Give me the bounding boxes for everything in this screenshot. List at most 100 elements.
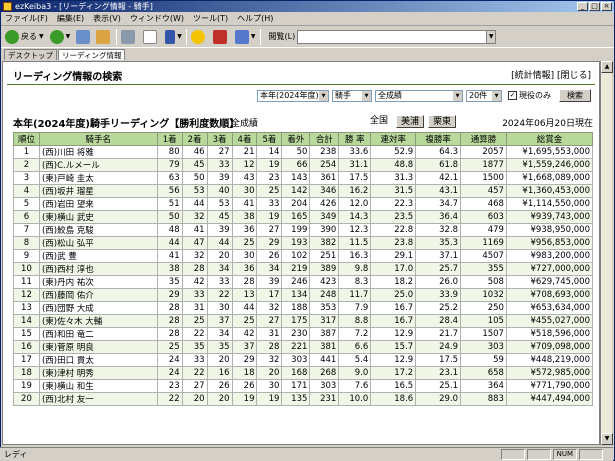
table-cell: 53 xyxy=(181,184,208,198)
minimize-button[interactable]: _ xyxy=(577,2,588,11)
document-icon[interactable] xyxy=(143,29,158,44)
font-icon[interactable] xyxy=(165,29,176,44)
jockey-name-cell[interactable]: (東)横山 和生 xyxy=(38,379,158,393)
jockey-name-cell[interactable]: (西)鮫島 克駿 xyxy=(38,223,158,237)
column-header[interactable]: 5着 xyxy=(256,132,283,146)
org-ritto-button[interactable]: 栗東 xyxy=(428,115,457,128)
table-row[interactable]: 1 (西)川田 将雅 80 46 27 21 14 50 238 33.6 52.9 64.3 2057… xyxy=(13,145,594,159)
jockey-name-cell[interactable]: (東)津村 明秀 xyxy=(38,366,158,380)
menu-tools[interactable]: ツール(T) xyxy=(193,13,228,24)
jockey-name-cell[interactable]: (西)武 豊 xyxy=(38,249,158,263)
column-header[interactable]: 通算勝 xyxy=(460,132,507,146)
address-dropdown-icon[interactable]: ▼ xyxy=(486,29,497,44)
column-header[interactable]: 複勝率 xyxy=(415,132,462,146)
top-links[interactable]: [統計情報] [閉じる] xyxy=(511,68,591,81)
jockey-name-cell[interactable]: (東)丹内 祐次 xyxy=(38,275,158,289)
table-cell: 8.3 xyxy=(338,275,372,289)
jockey-name-cell[interactable]: (西)岩田 望来 xyxy=(38,197,158,211)
menu-window[interactable]: ウィンドウ(W) xyxy=(130,13,184,24)
jockey-name-cell[interactable]: (西)田口 貫太 xyxy=(38,353,158,367)
network-icon[interactable] xyxy=(234,29,249,44)
year-select[interactable]: 本年(2024年度) ▼ xyxy=(257,89,329,102)
scope-select[interactable]: 全成績 ▼ xyxy=(375,89,463,102)
jockey-name-cell[interactable]: (西)藤岡 佑介 xyxy=(38,288,158,302)
scroll-down-icon[interactable]: ▼ xyxy=(601,433,613,445)
forward-button[interactable]: ▼ xyxy=(49,29,70,44)
column-header[interactable]: 4着 xyxy=(231,132,258,146)
address-input[interactable] xyxy=(297,29,488,44)
count-select[interactable]: 20件 ▼ xyxy=(466,89,502,102)
table-row[interactable]: 6 (東)横山 武史 50 32 45 38 19 165 349 14.3 23.5 36.4 603… xyxy=(13,210,594,224)
home-icon[interactable] xyxy=(96,29,111,44)
table-row[interactable]: 7 (西)鮫島 克駿 48 41 39 36 27 199 390 12.3 22.8 32.8 479… xyxy=(13,223,594,237)
table-row[interactable]: 5 (西)岩田 望来 51 44 53 41 33 204 426 12.0 22.3 34.7 468… xyxy=(13,197,594,211)
kind-select[interactable]: 騎手 ▼ xyxy=(332,89,372,102)
table-row[interactable]: 14 (東)佐々木 大輔 28 25 37 25 27 175 317 8.8 16.7 28.4 10… xyxy=(13,314,594,328)
tab-desktop[interactable]: デスクトップ xyxy=(4,49,57,60)
scroll-up-icon[interactable]: ▲ xyxy=(601,61,613,73)
table-row[interactable]: 9 (西)武 豊 41 32 20 30 26 102 251 16.3 29.1 37.1 4507 ¥… xyxy=(13,249,594,263)
jockey-name-cell[interactable]: (東)横山 武史 xyxy=(38,210,158,224)
table-row[interactable]: 4 (西)坂井 瑠星 56 53 40 30 25 142 346 16.2 31.5 43.1 457… xyxy=(13,184,594,198)
org-miho-button[interactable]: 美浦 xyxy=(396,115,425,128)
column-header[interactable]: 1着 xyxy=(156,132,183,146)
menu-edit[interactable]: 編集(E) xyxy=(57,13,84,24)
table-row[interactable]: 13 (西)団野 大成 28 31 30 44 32 188 353 7.9 16.7 25.2 250… xyxy=(13,301,594,315)
column-header[interactable]: 騎手名 xyxy=(38,132,158,146)
table-cell: 18 xyxy=(231,366,258,380)
jockey-name-cell[interactable]: (西)団野 大成 xyxy=(38,301,158,315)
refresh-icon[interactable] xyxy=(76,29,91,44)
jockey-name-cell[interactable]: (西)坂井 瑠星 xyxy=(38,184,158,198)
table-cell: 52.9 xyxy=(370,145,417,159)
title-bar: ezKeiba3 - [リーディング情報 - 騎手] _ □ × xyxy=(1,1,614,12)
table-row[interactable]: 17 (西)田口 貫太 24 33 20 29 32 303 441 5.4 12.9 17.5 59 ¥… xyxy=(13,353,594,367)
column-header[interactable]: 総賞金 xyxy=(505,132,594,146)
table-row[interactable]: 2 (西)C.ルメール 79 45 33 12 19 66 254 31.1 48.8 61.8 187… xyxy=(13,158,594,172)
table-row[interactable]: 3 (東)戸崎 圭太 63 50 39 43 23 143 361 17.5 31.3 42.1 150… xyxy=(13,171,594,185)
table-row[interactable]: 18 (東)津村 明秀 24 22 16 18 20 168 268 9.0 17.2 23.1 658… xyxy=(13,366,594,380)
jockey-name-cell[interactable]: (東)菅原 明良 xyxy=(38,340,158,354)
jockey-name-cell[interactable]: (西)西村 淳也 xyxy=(38,262,158,276)
print-icon[interactable] xyxy=(121,29,136,44)
close-button[interactable]: × xyxy=(601,2,612,11)
table-cell: 7 xyxy=(13,223,40,237)
table-row[interactable]: 8 (西)松山 弘平 44 47 44 25 29 193 382 11.5 23.8 35.3 116… xyxy=(13,236,594,250)
table-row[interactable]: 11 (東)丹内 祐次 35 42 33 28 39 246 423 8.3 18.2 26.0 508… xyxy=(13,275,594,289)
favorite-star-icon[interactable] xyxy=(190,29,205,44)
table-cell: 6.6 xyxy=(338,340,372,354)
jockey-name-cell[interactable]: (西)C.ルメール xyxy=(38,158,158,172)
column-header[interactable]: 合計 xyxy=(309,132,340,146)
org-all[interactable]: 全国 xyxy=(366,115,392,128)
column-header[interactable]: 連対率 xyxy=(370,132,417,146)
jockey-name-cell[interactable]: (東)佐々木 大輔 xyxy=(38,314,158,328)
tab-leading-info[interactable]: リーディング情報 xyxy=(58,49,126,60)
column-header[interactable]: 順位 xyxy=(13,132,40,146)
column-header[interactable]: 3着 xyxy=(206,132,233,146)
jockey-name-cell[interactable]: (西)和田 竜二 xyxy=(38,327,158,341)
table-row[interactable]: 16 (東)菅原 明良 25 35 35 37 28 221 381 6.6 15.7 24.9 303… xyxy=(13,340,594,354)
jockey-name-cell[interactable]: (西)北村 友一 xyxy=(38,392,158,406)
table-row[interactable]: 12 (西)藤岡 佑介 29 33 22 13 17 134 248 11.7 25.0 33.9 10… xyxy=(13,288,594,302)
table-row[interactable]: 20 (西)北村 友一 22 20 20 19 19 135 231 10.0 18.6 29.0 88… xyxy=(13,392,594,406)
maximize-button[interactable]: □ xyxy=(589,2,600,11)
search-button[interactable]: 検索 xyxy=(559,89,591,102)
menu-file[interactable]: ファイル(F) xyxy=(5,13,48,24)
table-cell: 51 xyxy=(156,197,183,211)
active-only-checkbox[interactable]: ✓ xyxy=(508,91,517,100)
column-header[interactable]: 2着 xyxy=(181,132,208,146)
jockey-name-cell[interactable]: (西)川田 将雅 xyxy=(38,145,158,159)
table-cell: 19 xyxy=(256,158,283,172)
table-row[interactable]: 15 (西)和田 竜二 28 22 34 42 31 230 387 7.2 12.9 21.7 150… xyxy=(13,327,594,341)
jockey-name-cell[interactable]: (西)松山 弘平 xyxy=(38,236,158,250)
menu-help[interactable]: ヘルプ(H) xyxy=(237,13,273,24)
vertical-scrollbar[interactable]: ▲ ▼ xyxy=(600,61,613,445)
back-button[interactable]: 戻る ▼ xyxy=(5,29,44,44)
menu-view[interactable]: 表示(V) xyxy=(93,13,121,24)
table-cell: 353 xyxy=(309,301,340,315)
column-header[interactable]: 着外 xyxy=(281,132,311,146)
column-header[interactable]: 勝 率 xyxy=(338,132,372,146)
jockey-name-cell[interactable]: (東)戸崎 圭太 xyxy=(38,171,158,185)
table-row[interactable]: 19 (東)横山 和生 23 27 26 26 30 171 303 7.6 16.5 25.1 364… xyxy=(13,379,594,393)
book-icon[interactable] xyxy=(212,29,227,44)
table-row[interactable]: 10 (西)西村 淳也 38 28 34 36 34 219 389 9.8 17.0 25.7 355… xyxy=(13,262,594,276)
